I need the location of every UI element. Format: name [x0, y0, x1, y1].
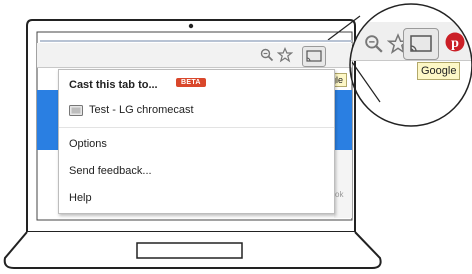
trackpad — [136, 242, 243, 259]
beta-badge: BETA — [176, 78, 206, 87]
tv-icon — [69, 105, 83, 116]
menu-item-send-feedback[interactable]: Send feedback... — [69, 165, 152, 177]
page-side-text: ok — [335, 190, 344, 199]
menu-item-options[interactable]: Options — [69, 138, 107, 150]
cast-button[interactable] — [302, 46, 326, 67]
page-side-strip — [334, 150, 352, 218]
tab-strip — [40, 40, 352, 42]
cast-menu-title: Cast this tab to... — [69, 79, 158, 91]
cast-device-label: Test - LG chromecast — [89, 104, 194, 116]
bookmark-star-icon[interactable] — [277, 47, 293, 63]
menu-separator — [59, 127, 334, 128]
menu-item-help[interactable]: Help — [69, 192, 92, 204]
page-banner-left — [37, 90, 58, 150]
cast-menu: Cast this tab to... BETA Test - LG chrom… — [58, 69, 335, 214]
zoom-icon[interactable] — [260, 48, 274, 62]
webcam — [188, 23, 194, 29]
cast-icon — [306, 50, 322, 62]
magnifier-ring — [349, 3, 472, 127]
